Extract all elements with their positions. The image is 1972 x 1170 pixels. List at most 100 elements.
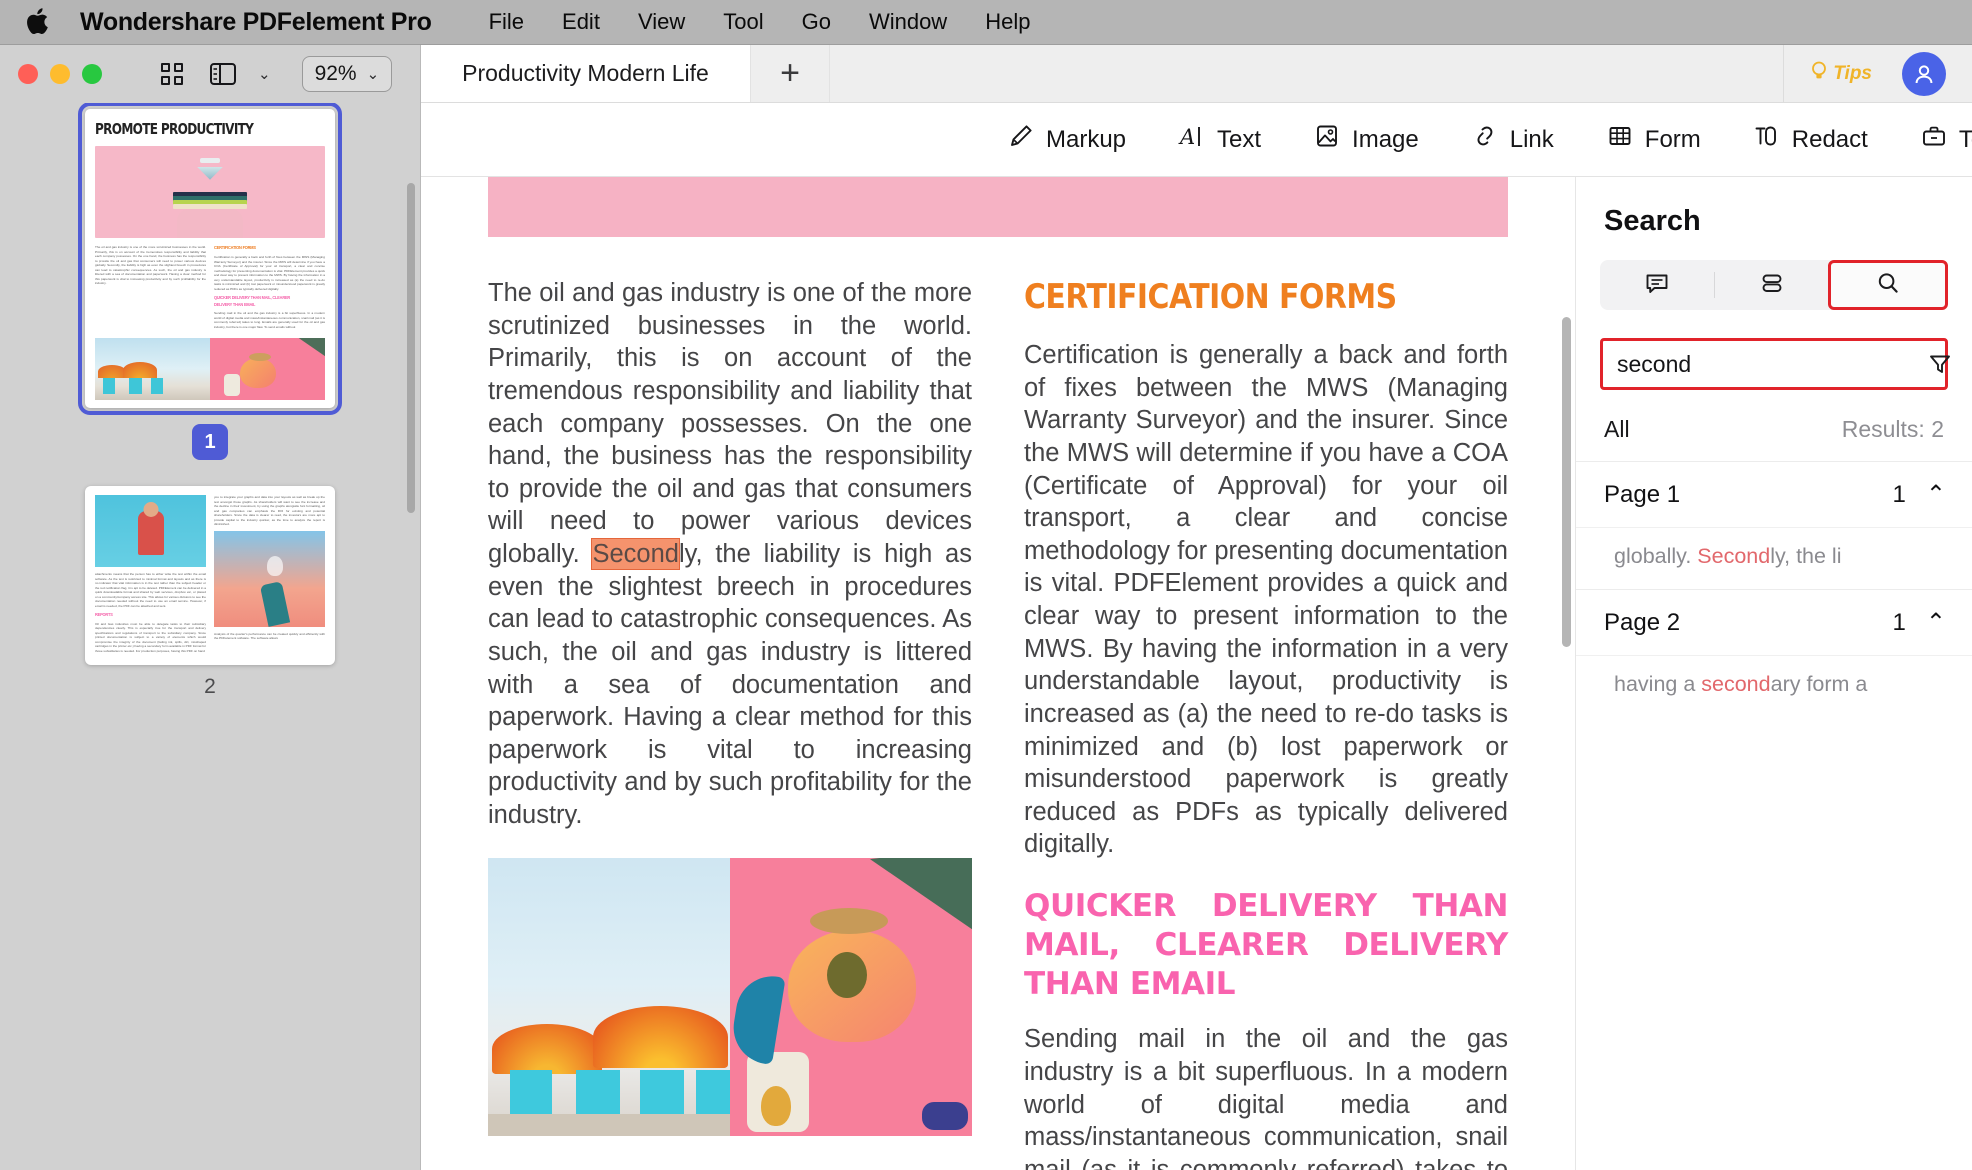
doc-paragraph-certification: Certification is generally a back and fo… — [1024, 341, 1508, 859]
comment-icon — [1644, 270, 1670, 301]
doc-heading-certification-forms: CERTIFICATION FORMS — [1024, 277, 1397, 317]
search-hit-post: ary form a — [1770, 672, 1868, 696]
search-scope-label[interactable]: All — [1604, 416, 1630, 443]
ribbon-image-label: Image — [1352, 125, 1419, 153]
mini-page-1-orange-heading: CERTIFICATION FORMS — [214, 245, 256, 251]
sidebar-layout-chevron-down-icon[interactable]: ⌄ — [258, 65, 271, 83]
toolbox-icon — [1920, 122, 1948, 157]
panel-tab-comment[interactable] — [1600, 260, 1714, 310]
ribbon-image-button[interactable]: Image — [1287, 114, 1445, 166]
zoom-chevron-down-icon: ⌄ — [366, 66, 380, 83]
menu-item-file[interactable]: File — [470, 9, 543, 35]
search-hit-post: ly, the li — [1770, 544, 1842, 568]
chevron-up-icon[interactable]: ⌃ — [1926, 480, 1946, 509]
beach-umbrellas-photo — [488, 857, 730, 1136]
search-result-item[interactable]: having a secondary form a — [1576, 655, 1972, 717]
close-window-button[interactable] — [18, 64, 38, 84]
funnel-filter-icon[interactable] — [1913, 351, 1967, 377]
ribbon-tool-label: Tool — [1958, 125, 1972, 153]
apple-logo-icon[interactable] — [22, 5, 52, 39]
ribbon-link-label: Link — [1509, 125, 1554, 153]
thumbnail-list[interactable]: PROMOTE PRODUCTIVITY The oil and gas ind… — [0, 103, 420, 1170]
menu-item-help[interactable]: Help — [966, 9, 1049, 35]
doc-left-text-before: The oil and gas industry is one of the m… — [488, 279, 972, 568]
zoom-level-selector[interactable]: 92% ⌄ — [301, 56, 393, 92]
picture-icon — [1313, 122, 1341, 157]
search-group-page-2-label: Page 2 — [1604, 608, 1681, 636]
search-input[interactable] — [1603, 350, 1913, 378]
tab-productivity-modern-life[interactable]: Productivity Modern Life — [421, 45, 751, 102]
thumbnail-item-page-1[interactable]: PROMOTE PRODUCTIVITY The oil and gas ind… — [0, 103, 420, 461]
page-left-column: The oil and gas industry is one of the m… — [488, 277, 972, 1170]
minimize-window-button[interactable] — [50, 64, 70, 84]
search-group-page-2-count: 1 — [1892, 608, 1906, 636]
search-group-page-1[interactable]: Page 1 1 ⌃ — [1576, 461, 1972, 527]
mini-page-1-right-text: Certification is generally a back and fo… — [214, 255, 325, 291]
ribbon-text-label: Text — [1217, 125, 1262, 153]
search-hit-pre: having a — [1614, 672, 1702, 696]
mini-page-1: PROMOTE PRODUCTIVITY The oil and gas ind… — [85, 109, 335, 408]
panel-tab-list[interactable] — [1715, 260, 1829, 310]
panel-tab-search[interactable] — [1828, 260, 1949, 310]
menu-item-go[interactable]: Go — [783, 9, 850, 35]
page-right-column: CERTIFICATION FORMS Certification is gen… — [1024, 277, 1508, 1170]
chevron-up-icon[interactable]: ⌃ — [1926, 608, 1946, 637]
search-hit-match: Second — [1697, 544, 1771, 568]
search-input-row[interactable] — [1600, 338, 1950, 390]
menu-item-edit[interactable]: Edit — [543, 9, 619, 35]
tips-button[interactable]: Tips — [1783, 45, 1902, 102]
doc-left-text-after: ly, the liability is high as even the sl… — [488, 540, 972, 829]
tab-bar: Productivity Modern Life + Tips — [421, 45, 1972, 103]
thumbnail-page-2-preview[interactable]: attachments means that the person has to… — [85, 486, 335, 666]
doc-photo-pair — [488, 857, 972, 1136]
grid-view-icon[interactable] — [153, 57, 191, 91]
search-group-page-1-label: Page 1 — [1604, 480, 1681, 508]
app-window: ⌄ 92% ⌄ PROMOTE PRODUCTIVITY The oil and… — [0, 45, 1972, 1170]
mini-page-1-right-text-2: Sending mail in the oil and the gas indu… — [214, 311, 325, 329]
ribbon-redact-button[interactable]: Redact — [1727, 114, 1894, 166]
pink-tropical-chair-photo — [730, 857, 972, 1136]
mini-page-1-photo — [95, 338, 325, 401]
mini-page-2-pink-heading: REPORTS — [95, 612, 113, 618]
mini-page-2-left-text-2: Oil and Gas industries must be able to d… — [95, 621, 206, 653]
new-tab-button[interactable]: + — [751, 45, 829, 102]
mini-page-2-bottom-text: Analysis of the quarter's performance ca… — [214, 631, 325, 641]
document-scrollbar-thumb[interactable] — [1562, 317, 1571, 647]
user-avatar-icon[interactable] — [1902, 51, 1946, 96]
sidebar-toolbar: ⌄ 92% ⌄ — [0, 45, 420, 103]
menu-item-tool[interactable]: Tool — [704, 9, 782, 35]
mini-page-2: attachments means that the person has to… — [85, 486, 335, 665]
search-result-item[interactable]: globally. Secondly, the li — [1576, 527, 1972, 589]
content-area: The oil and gas industry is one of the m… — [421, 177, 1972, 1170]
chain-link-icon — [1471, 122, 1499, 157]
ribbon-form-button[interactable]: Form — [1580, 114, 1727, 166]
ribbon-link-button[interactable]: Link — [1445, 114, 1580, 166]
tab-bar-spacer — [829, 45, 1783, 102]
sidebar-scrollbar-thumb[interactable] — [407, 183, 415, 513]
ribbon-text-button[interactable]: A Text — [1152, 114, 1287, 166]
lightbulb-icon — [1808, 60, 1830, 88]
doc-paragraph-delivery: Sending mail in the oil and the gas indu… — [1024, 1025, 1508, 1170]
thumbnail-sidebar: ⌄ 92% ⌄ PROMOTE PRODUCTIVITY The oil and… — [0, 45, 421, 1170]
maximize-window-button[interactable] — [82, 64, 102, 84]
thumbnail-page-1-badge[interactable]: 1 — [192, 424, 228, 461]
menu-item-window[interactable]: Window — [850, 9, 966, 35]
menu-item-view[interactable]: View — [619, 9, 704, 35]
mini-page-1-title: PROMOTE PRODUCTIVITY — [95, 120, 254, 138]
thumbnail-page-2-number[interactable]: 2 — [204, 675, 216, 699]
ribbon-tool-button[interactable]: Tool ⌄ — [1894, 114, 1972, 166]
search-panel-title: Search — [1604, 205, 1701, 237]
ribbon-redact-label: Redact — [1791, 125, 1868, 153]
ribbon-form-label: Form — [1644, 125, 1701, 153]
page-hero-image-bottom — [488, 177, 1508, 237]
thumbnail-item-page-2[interactable]: attachments means that the person has to… — [0, 486, 420, 699]
text-cursor-icon: A — [1178, 122, 1206, 157]
search-highlight-match: Second — [591, 538, 680, 570]
redact-icon — [1753, 122, 1781, 157]
ribbon-markup-button[interactable]: Markup — [981, 114, 1152, 166]
document-viewer[interactable]: The oil and gas industry is one of the m… — [421, 177, 1576, 1170]
form-grid-icon — [1606, 122, 1634, 157]
thumbnail-page-1-preview[interactable]: PROMOTE PRODUCTIVITY The oil and gas ind… — [78, 103, 342, 416]
search-group-page-2[interactable]: Page 2 1 ⌃ — [1576, 589, 1972, 655]
sidebar-layout-icon[interactable] — [204, 57, 242, 91]
